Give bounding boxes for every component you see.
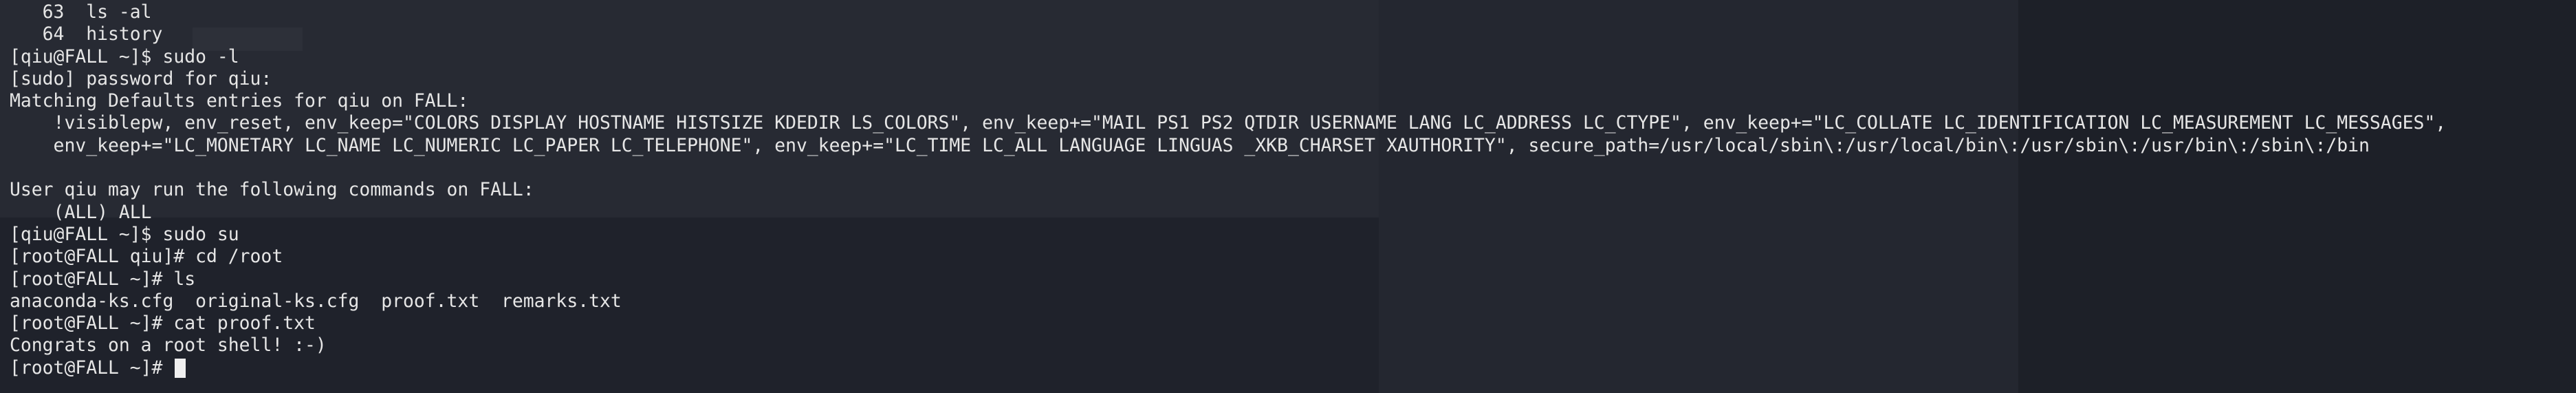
terminal-line: Matching Defaults entries for qiu on FAL… <box>10 90 469 112</box>
terminal-line: env_keep+="LC_MONETARY LC_NAME LC_NUMERI… <box>10 134 2370 156</box>
terminal-line: !visiblepw, env_reset, env_keep="COLORS … <box>10 112 2447 134</box>
shell-prompt: [root@FALL ~]# <box>10 357 174 379</box>
terminal-line: User qiu may run the following commands … <box>10 179 534 201</box>
terminal-window[interactable]: 63 ls -al 64 history [qiu@FALL ~]$ sudo … <box>0 0 2576 393</box>
terminal-line: [root@FALL ~]# cat proof.txt <box>10 312 316 334</box>
terminal-line: [qiu@FALL ~]$ sudo su <box>10 223 239 245</box>
text-cursor[interactable] <box>175 358 186 378</box>
terminal-line: 63 ls -al <box>10 1 152 23</box>
terminal-line: anaconda-ks.cfg original-ks.cfg proof.tx… <box>10 290 622 312</box>
terminal-line: [sudo] password for qiu: <box>10 67 272 89</box>
terminal-line: 64 history <box>10 23 163 45</box>
terminal-line: [root@FALL ~]# ls <box>10 268 196 290</box>
terminal-line: Congrats on a root shell! :-) <box>10 334 327 357</box>
terminal-line: [root@FALL qiu]# cd /root <box>10 246 283 268</box>
terminal-line: (ALL) ALL <box>10 201 152 223</box>
terminal-line: [qiu@FALL ~]$ sudo -l <box>10 45 239 67</box>
terminal-input-line[interactable]: [root@FALL ~]# <box>10 357 2576 379</box>
